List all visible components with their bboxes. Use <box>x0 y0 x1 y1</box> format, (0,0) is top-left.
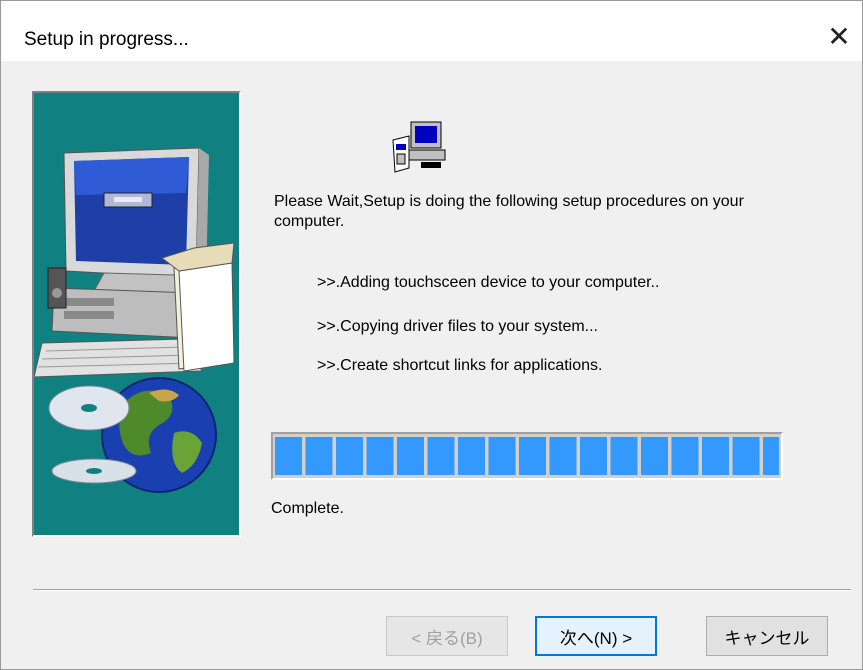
step-item: >>.Adding touchsceen device to your comp… <box>317 274 660 291</box>
cancel-button[interactable]: キャンセル <box>706 616 828 656</box>
status-text: Complete. <box>271 500 344 517</box>
intro-text: Please Wait,Setup is doing the following… <box>274 193 744 230</box>
step-item: >>.Copying driver files to your system..… <box>317 318 598 335</box>
step-item: >>.Create shortcut links for application… <box>317 357 603 374</box>
computer-illustration <box>34 147 235 493</box>
progress-track <box>275 437 779 475</box>
cancel-button-label: キャンセル <box>724 628 810 648</box>
progress-bar <box>271 432 783 480</box>
setup-wizard-icon <box>392 121 446 173</box>
close-button[interactable]: ✕ <box>816 13 862 59</box>
globe-cd-illustration <box>48 377 217 493</box>
window-title: Setup in progress... <box>24 29 189 50</box>
next-button[interactable]: 次へ(N) > <box>535 616 657 656</box>
close-icon: ✕ <box>827 20 851 52</box>
progress-fill <box>275 437 779 475</box>
next-button-label: 次へ(N) > <box>559 628 633 648</box>
button-separator <box>33 589 851 591</box>
back-button[interactable]: < 戻る(B) <box>386 616 508 656</box>
back-button-label: < 戻る(B) <box>411 628 483 648</box>
setup-dialog: Setup in progress... ✕ Please Wait,Setup… <box>0 0 863 670</box>
side-banner <box>32 91 241 537</box>
title-bar: Setup in progress... ✕ <box>1 1 862 61</box>
